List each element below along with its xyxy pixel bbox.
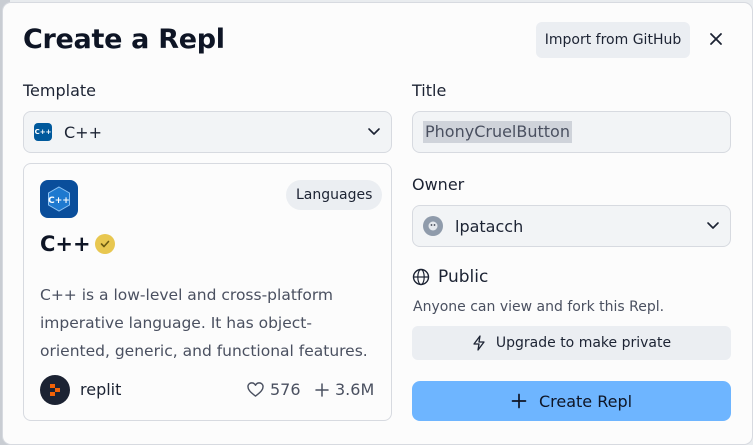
chevron-down-icon	[368, 128, 380, 135]
cpp-logo-icon: C++	[40, 180, 78, 218]
owner-avatar	[423, 216, 443, 236]
languages-badge[interactable]: Languages	[286, 180, 383, 210]
upgrade-private-button[interactable]: Upgrade to make private	[412, 326, 731, 360]
import-from-github-button[interactable]: Import from GitHub	[536, 22, 690, 58]
template-label: Template	[23, 81, 97, 100]
plus-icon	[315, 382, 329, 397]
close-button[interactable]	[700, 23, 732, 55]
upgrade-private-label: Upgrade to make private	[495, 335, 672, 351]
close-icon	[710, 33, 722, 45]
likes-count: 576	[270, 380, 301, 399]
owner-select-value: lpatacch	[455, 216, 524, 236]
visibility-label: Public	[438, 267, 489, 287]
likes-stat[interactable]: 576	[246, 380, 301, 399]
template-name: C++	[40, 232, 91, 256]
verified-check-icon	[95, 234, 115, 254]
create-repl-label: Create Repl	[538, 391, 633, 411]
visibility-status: Public	[412, 267, 488, 287]
create-repl-button[interactable]: Create Repl	[412, 381, 731, 421]
cpp-icon: C++	[34, 123, 52, 141]
title-label: Title	[412, 81, 447, 100]
template-card[interactable]: C++ Languages C++ C++ is a low-level and…	[23, 163, 392, 421]
create-repl-modal: Create a Repl Import from GitHub Templat…	[3, 3, 752, 444]
globe-icon	[412, 268, 430, 286]
visibility-description: Anyone can view and fork this Repl.	[413, 299, 665, 315]
bolt-icon	[473, 335, 485, 351]
title-input-selection: PhonyCruelButton	[423, 121, 572, 143]
cpp-logo-text: C++	[48, 196, 70, 206]
replit-avatar	[40, 375, 70, 405]
template-select[interactable]: C++ C++	[23, 111, 392, 153]
plus-icon	[511, 393, 527, 409]
chevron-down-icon	[707, 222, 719, 229]
owner-label: Owner	[412, 175, 465, 194]
owner-select[interactable]: lpatacch	[412, 205, 731, 247]
heart-icon	[247, 382, 264, 397]
forks-count: 3.6M	[335, 380, 375, 399]
forks-stat: 3.6M	[314, 380, 374, 399]
modal-title: Create a Repl	[23, 24, 225, 55]
template-description: C++ is a low-level and cross-platform im…	[40, 286, 368, 360]
template-author[interactable]: replit	[80, 380, 121, 399]
template-select-value: C++	[64, 122, 102, 142]
